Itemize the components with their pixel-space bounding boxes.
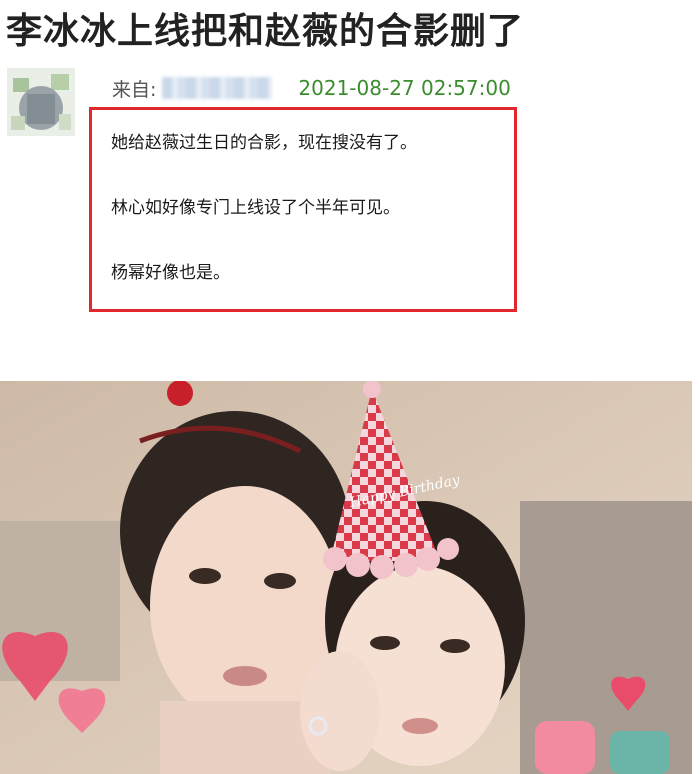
post-photo[interactable]: Happy Birthday bbox=[0, 381, 692, 774]
avatar[interactable] bbox=[7, 68, 75, 136]
blurred-source-name bbox=[162, 77, 273, 99]
post-title: 李冰冰上线把和赵薇的合影删了 bbox=[6, 11, 525, 52]
content-line: 林心如好像专门上线设了个半年可见。 bbox=[111, 198, 400, 218]
avatar-image bbox=[7, 68, 75, 136]
from-label: 来自: bbox=[112, 78, 157, 101]
post-page: 李冰冰上线把和赵薇的合影删了 来自: 2021-08-27 02:57:00 她… bbox=[0, 0, 700, 774]
post-timestamp: 2021-08-27 02:57:00 bbox=[298, 76, 511, 100]
birthday-photo: Happy Birthday bbox=[0, 381, 692, 774]
highlighted-post-content: 她给赵薇过生日的合影，现在搜没有了。 林心如好像专门上线设了个半年可见。 杨幂好… bbox=[89, 107, 517, 312]
post-meta: 来自: 2021-08-27 02:57:00 bbox=[112, 74, 511, 102]
content-line: 她给赵薇过生日的合影，现在搜没有了。 bbox=[111, 133, 417, 153]
content-line: 杨幂好像也是。 bbox=[111, 263, 230, 283]
